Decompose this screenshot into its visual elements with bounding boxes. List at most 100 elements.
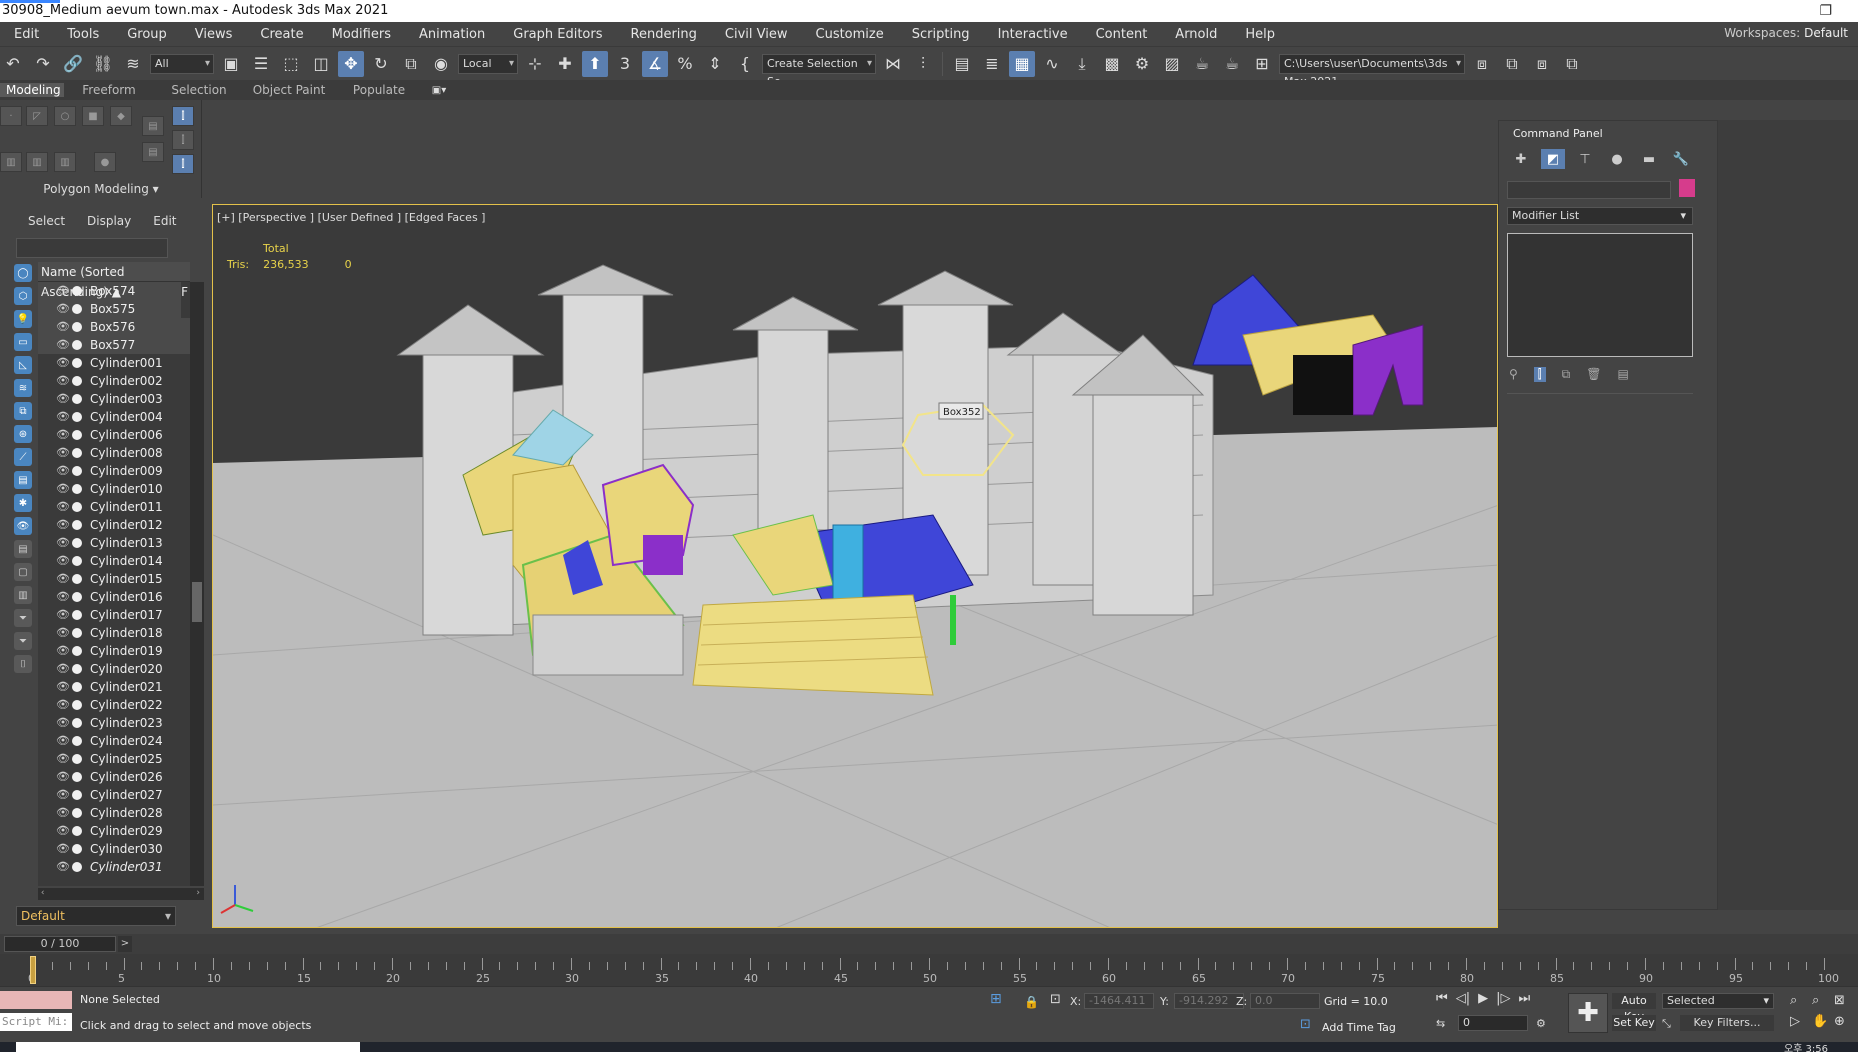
- fov-icon[interactable]: ▷: [1790, 1014, 1808, 1029]
- explorer-row[interactable]: 👁 Cylinder008: [38, 444, 190, 462]
- explorer-row[interactable]: 👁 Cylinder015: [38, 570, 190, 588]
- set-key-button[interactable]: Set Key: [1612, 1015, 1656, 1031]
- selection-filter-dropdown[interactable]: All: [150, 53, 214, 74]
- key-filters-button[interactable]: Key Filters...: [1680, 1015, 1774, 1031]
- menu-group[interactable]: Group: [113, 27, 181, 42]
- window-crossing-icon[interactable]: ◫: [308, 51, 334, 77]
- visibility-eye-icon[interactable]: 👁: [56, 840, 70, 858]
- freeze-toggle-icon[interactable]: [72, 376, 82, 386]
- freeze-toggle-icon[interactable]: [72, 502, 82, 512]
- visibility-eye-icon[interactable]: 👁: [56, 768, 70, 786]
- ribbon-stack-up-icon[interactable]: ▤: [142, 116, 164, 136]
- maxscript-mini-listener[interactable]: Script Mi:: [0, 1013, 72, 1031]
- modifier-stack[interactable]: [1507, 233, 1693, 357]
- redo-icon[interactable]: ↷: [30, 51, 56, 77]
- explorer-row[interactable]: 👁 Cylinder023: [38, 714, 190, 732]
- menu-create[interactable]: Create: [246, 27, 317, 42]
- explorer-row[interactable]: 👁 Cylinder024: [38, 732, 190, 750]
- explorer-row[interactable]: 👁 Cylinder027: [38, 786, 190, 804]
- zoom-extents-icon[interactable]: ⊠: [1834, 993, 1852, 1008]
- explorer-menu-select[interactable]: Select: [28, 214, 87, 228]
- explorer-row[interactable]: 👁 Cylinder009: [38, 462, 190, 480]
- visibility-eye-icon[interactable]: 👁: [56, 534, 70, 552]
- render-production-icon[interactable]: ☕: [1189, 51, 1215, 77]
- explorer-row[interactable]: 👁 Cylinder001: [38, 354, 190, 372]
- visibility-eye-icon[interactable]: 👁: [56, 822, 70, 840]
- explorer-row[interactable]: 👁 Box574: [38, 282, 182, 300]
- object-color-swatch[interactable]: [1679, 179, 1695, 197]
- isolate-selection-icon[interactable]: ⊞: [990, 991, 1002, 1007]
- freeze-toggle-icon[interactable]: [72, 430, 82, 440]
- menu-scripting[interactable]: Scripting: [898, 27, 984, 42]
- ribbon-tool-1-icon[interactable]: ▥: [0, 152, 22, 172]
- ribbon-show-end-icon[interactable]: ⫿: [172, 106, 194, 126]
- tab-modeling[interactable]: Modeling: [0, 83, 64, 97]
- add-time-tag-button[interactable]: Add Time Tag: [1322, 1021, 1396, 1034]
- visibility-eye-icon[interactable]: 👁: [56, 498, 70, 516]
- tab-object-paint[interactable]: Object Paint: [244, 83, 334, 97]
- ribbon-edge-icon[interactable]: ◸: [26, 106, 48, 126]
- menu-animation[interactable]: Animation: [405, 27, 499, 42]
- freeze-toggle-icon[interactable]: [72, 556, 82, 566]
- time-slider[interactable]: 0 / 100 >: [0, 934, 1858, 954]
- menu-customize[interactable]: Customize: [802, 27, 898, 42]
- explorer-horizontal-scrollbar[interactable]: ‹ ›: [38, 888, 204, 900]
- explorer-row[interactable]: 👁 Cylinder002: [38, 372, 190, 390]
- ribbon-toggle-icon[interactable]: ▦: [1009, 50, 1035, 77]
- menu-interactive[interactable]: Interactive: [984, 27, 1082, 42]
- align-icon[interactable]: ⫶: [910, 51, 936, 77]
- filter-shapes-icon[interactable]: ⬡: [14, 287, 32, 305]
- display-tab-icon[interactable]: ▬: [1637, 149, 1661, 169]
- time-configuration-icon[interactable]: ⚙: [1536, 1017, 1546, 1030]
- go-to-end-icon[interactable]: ⏭: [1518, 991, 1530, 1006]
- spinner-snap-icon[interactable]: ⇕: [702, 51, 728, 77]
- previous-frame-icon[interactable]: ◁|: [1456, 991, 1470, 1006]
- next-frame-icon[interactable]: |▷: [1496, 991, 1510, 1006]
- visibility-eye-icon[interactable]: 👁: [56, 804, 70, 822]
- ribbon-stack-down-icon[interactable]: ▤: [142, 142, 164, 162]
- absolute-mode-icon[interactable]: ⊡: [1050, 992, 1061, 1007]
- menu-content[interactable]: Content: [1082, 27, 1162, 42]
- hierarchy-tab-icon[interactable]: ⊤: [1573, 149, 1597, 169]
- menu-modifiers[interactable]: Modifiers: [318, 27, 405, 42]
- render-activeshade-icon[interactable]: ⊞: [1249, 51, 1275, 77]
- configure-sets-icon[interactable]: ▤: [1617, 367, 1628, 382]
- ribbon-element-icon[interactable]: ◆: [110, 106, 132, 126]
- freeze-toggle-icon[interactable]: [72, 286, 82, 296]
- current-frame-field[interactable]: 0: [1458, 1015, 1528, 1031]
- link-icon[interactable]: 🔗: [60, 51, 86, 77]
- visibility-eye-icon[interactable]: 👁: [56, 390, 70, 408]
- project-folder-dropdown[interactable]: C:\Users\user\Documents\3ds Max 2021: [1279, 53, 1465, 88]
- perspective-viewport[interactable]: Box352 [+] [Perspective ] [User Defined …: [212, 204, 1498, 928]
- explorer-search-input[interactable]: [16, 238, 168, 258]
- scale-icon[interactable]: ⧉: [398, 51, 424, 77]
- undo-icon[interactable]: ↶: [0, 51, 26, 77]
- time-slider-readout[interactable]: 0 / 100: [4, 936, 116, 952]
- filter-helpers-icon[interactable]: ◺: [14, 356, 32, 374]
- visibility-eye-icon[interactable]: 👁: [56, 678, 70, 696]
- visibility-eye-icon[interactable]: 👁: [56, 786, 70, 804]
- pin-stack-icon[interactable]: ⚲: [1509, 367, 1518, 382]
- ribbon-tool-4-icon[interactable]: ●: [94, 152, 116, 172]
- explorer-row[interactable]: 👁 Cylinder018: [38, 624, 190, 642]
- menu-rendering[interactable]: Rendering: [617, 27, 711, 42]
- modify-tab-icon[interactable]: ◩: [1541, 149, 1565, 169]
- freeze-toggle-icon[interactable]: [72, 772, 82, 782]
- layer-explorer-icon[interactable]: ≣: [979, 51, 1005, 77]
- menu-help[interactable]: Help: [1231, 27, 1289, 42]
- create-tab-icon[interactable]: ✚: [1509, 149, 1533, 169]
- explorer-row[interactable]: 👁 Box577: [38, 336, 190, 354]
- explorer-row[interactable]: 👁 Cylinder003: [38, 390, 190, 408]
- filter-spacewarps-icon[interactable]: ≋: [14, 379, 32, 397]
- material-editor-icon[interactable]: ▩: [1099, 51, 1125, 77]
- explorer-row[interactable]: 👁 Cylinder017: [38, 606, 190, 624]
- explorer-row[interactable]: 👁 Cylinder030: [38, 840, 190, 858]
- move-icon[interactable]: ✥: [338, 50, 364, 77]
- ribbon-vertex-icon[interactable]: ·: [0, 106, 22, 126]
- visibility-eye-icon[interactable]: 👁: [56, 516, 70, 534]
- visibility-eye-icon[interactable]: 👁: [56, 858, 70, 876]
- pan-icon[interactable]: ✋: [1812, 1014, 1830, 1029]
- frame-ruler[interactable]: 0510152025303540455055606570758085909510…: [28, 954, 1844, 986]
- explorer-row[interactable]: 👁 Cylinder020: [38, 660, 190, 678]
- key-mode-dropdown[interactable]: Selected: [1662, 993, 1774, 1009]
